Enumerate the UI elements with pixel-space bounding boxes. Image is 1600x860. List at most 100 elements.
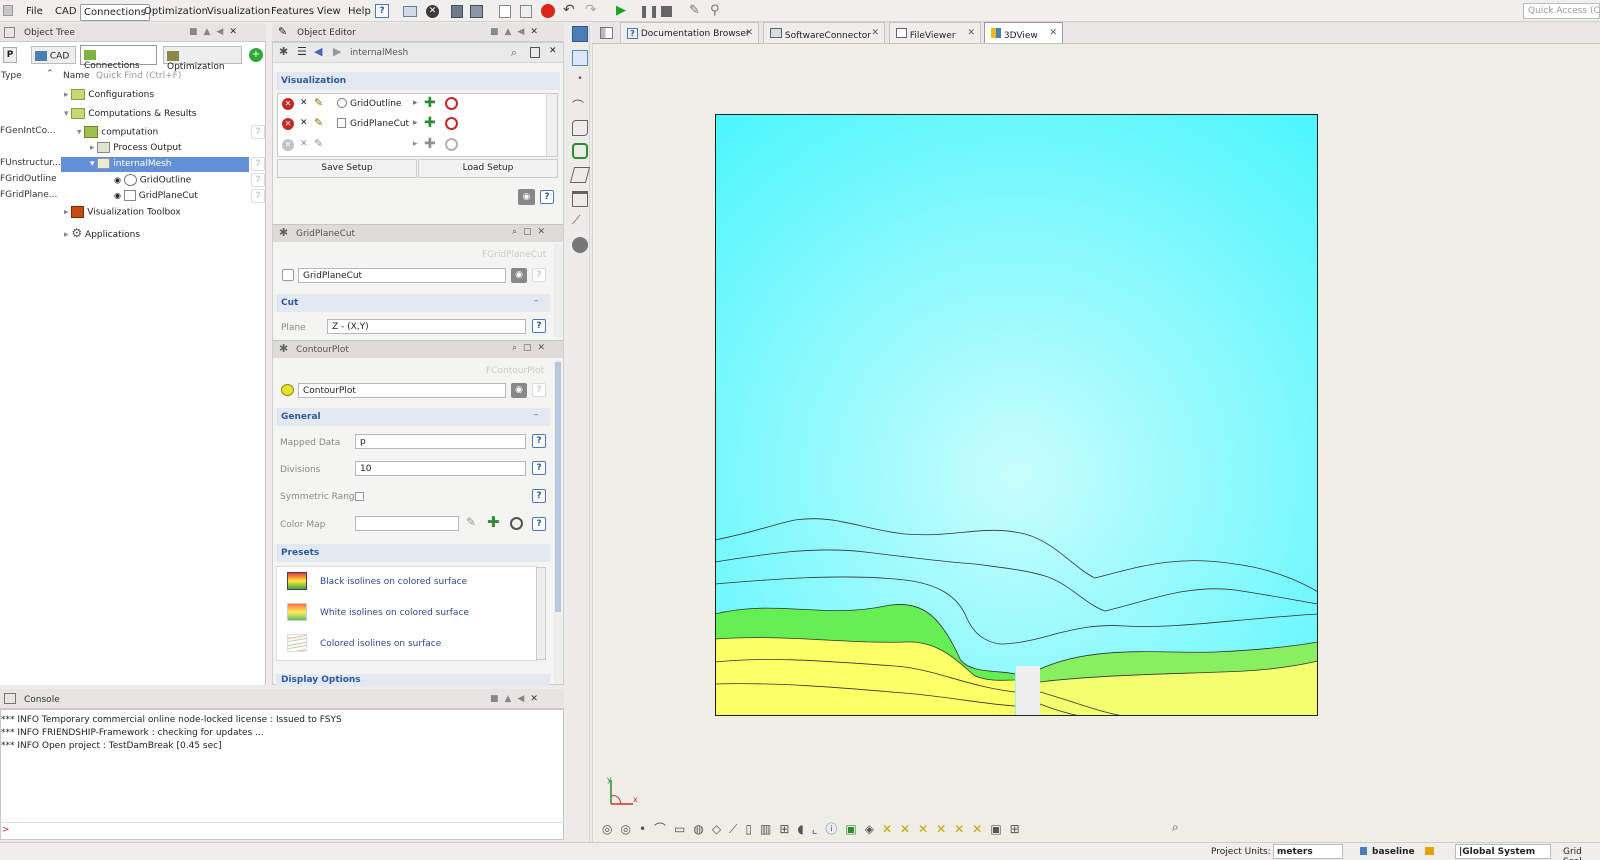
add-icon[interactable]: ✚ bbox=[424, 136, 436, 152]
gridplanecut-name-field[interactable]: GridPlaneCut bbox=[298, 268, 506, 283]
add-icon[interactable]: ✚ bbox=[424, 95, 436, 111]
add-tab-icon[interactable]: + bbox=[249, 48, 263, 62]
console-controls[interactable]: ■▲◀✕ bbox=[490, 694, 544, 704]
help-outline[interactable]: ? bbox=[251, 173, 265, 187]
delete-icon[interactable]: ✕ bbox=[300, 118, 308, 128]
baseline-label[interactable]: baseline bbox=[1372, 847, 1415, 857]
edit-icon[interactable]: ✎ bbox=[466, 515, 476, 529]
add-icon[interactable]: ✚ bbox=[424, 115, 436, 131]
stop-icon[interactable] bbox=[541, 4, 555, 18]
close-tab-icon[interactable]: ✕ bbox=[745, 28, 753, 38]
book-icon[interactable] bbox=[572, 26, 588, 42]
collapse-icon[interactable]: – bbox=[534, 296, 539, 306]
help-icon[interactable]: ? bbox=[375, 4, 389, 18]
tree-applications[interactable]: ▸ ⚙ Applications bbox=[64, 226, 140, 243]
tree-computation[interactable]: ▾ computation bbox=[77, 126, 158, 143]
surface-green-icon[interactable] bbox=[572, 143, 588, 159]
help-computation[interactable]: ? bbox=[251, 125, 265, 139]
contourplot-name-field[interactable]: ContourPlot bbox=[298, 383, 506, 398]
divisions-stepper[interactable]: 10 bbox=[355, 461, 526, 476]
tree-grid-outline[interactable]: ◉ GridOutline bbox=[114, 174, 191, 191]
help-symmetric[interactable]: ? bbox=[532, 489, 546, 503]
preset-2[interactable]: White isolines on colored surface bbox=[287, 602, 517, 624]
gpc-scrollbar[interactable] bbox=[554, 244, 562, 338]
units-select[interactable]: meters bbox=[1273, 844, 1343, 859]
save-icon[interactable] bbox=[451, 5, 463, 18]
help-divisions[interactable]: ? bbox=[532, 461, 546, 475]
help-planecut[interactable]: ? bbox=[251, 189, 265, 203]
mapped-data-select[interactable]: p bbox=[355, 434, 526, 449]
close-editor-icon[interactable]: ✕ bbox=[549, 46, 557, 56]
close-tab-icon[interactable]: ✕ bbox=[871, 28, 879, 38]
menu-help[interactable]: Help bbox=[345, 4, 374, 19]
search-icon[interactable]: ⌕ bbox=[511, 46, 517, 60]
paste-icon[interactable] bbox=[520, 5, 532, 18]
eye-button[interactable]: ◉ bbox=[511, 383, 527, 398]
edit-icon[interactable]: ✎ bbox=[314, 96, 323, 109]
tab-cad[interactable]: CAD bbox=[31, 46, 76, 64]
tab-optimization[interactable]: Optimization bbox=[163, 46, 242, 72]
copy-icon[interactable] bbox=[499, 5, 511, 18]
edit-icon[interactable]: ✎ bbox=[689, 3, 700, 18]
open-folder-icon[interactable] bbox=[403, 6, 417, 17]
surface-icon[interactable] bbox=[572, 120, 588, 136]
disable-icon[interactable] bbox=[445, 117, 458, 130]
panel-controls[interactable]: ■▲◀✕ bbox=[189, 27, 243, 37]
contour-plot[interactable] bbox=[715, 114, 1318, 716]
tree-computations[interactable]: ▾ Computations & Results bbox=[64, 108, 196, 125]
select-icon[interactable] bbox=[572, 50, 588, 66]
quick-access-input[interactable]: Quick Access (Ctr bbox=[1523, 3, 1600, 19]
sort-icon[interactable]: ⌃ bbox=[46, 69, 54, 79]
zoom-search-icon[interactable]: ⌕ bbox=[1172, 820, 1179, 835]
load-setup-button[interactable]: Load Setup bbox=[418, 159, 558, 178]
menu-optimization[interactable]: Optimization bbox=[141, 4, 211, 19]
tab-connections[interactable]: Connections bbox=[80, 45, 157, 71]
delete-icon[interactable]: ✕ bbox=[300, 98, 308, 108]
measure-icon[interactable]: ⟋ bbox=[572, 213, 588, 229]
remove-icon[interactable]: ✕ bbox=[282, 139, 294, 151]
tab-p[interactable]: P bbox=[3, 47, 17, 63]
edit-icon[interactable]: ✎ bbox=[314, 137, 323, 150]
help-visualization[interactable]: ? bbox=[540, 190, 554, 204]
folder-icon[interactable] bbox=[1425, 847, 1434, 855]
back-arrow-icon[interactable]: ◀ bbox=[314, 45, 322, 58]
remove-icon[interactable]: ✕ bbox=[282, 98, 294, 110]
dropdown-arrow-icon[interactable]: ▸ bbox=[413, 118, 418, 128]
menu-file[interactable]: File bbox=[23, 4, 46, 19]
symmetric-range-checkbox[interactable] bbox=[355, 492, 364, 501]
stop-run-icon[interactable] bbox=[661, 6, 672, 17]
tab-documentation-browser[interactable]: ? Documentation Browser ✕ bbox=[620, 22, 759, 43]
undo-icon[interactable]: ↶ bbox=[563, 2, 575, 18]
dropdown-arrow-icon[interactable]: ▸ bbox=[413, 139, 418, 149]
delete-icon[interactable]: ✕ bbox=[300, 139, 308, 149]
vis-row-1[interactable]: ✕ ✕ ✎ GridOutline ▸ ✚ bbox=[281, 95, 543, 114]
probe-icon[interactable]: ⚲ bbox=[710, 3, 720, 18]
close-tab-icon[interactable]: ✕ bbox=[1049, 28, 1057, 38]
layers-icon[interactable] bbox=[572, 191, 588, 207]
eye-button[interactable]: ◉ bbox=[518, 189, 535, 205]
editor-panel-controls[interactable]: ■▲◀✕ bbox=[490, 27, 544, 37]
point-icon[interactable]: • bbox=[572, 74, 588, 90]
menu-visualization[interactable]: Visualization bbox=[204, 4, 273, 19]
presets-scrollbar[interactable] bbox=[536, 567, 546, 660]
pause-icon[interactable]: ❚❚ bbox=[639, 4, 659, 18]
help-mapped[interactable]: ? bbox=[532, 434, 546, 448]
dropdown-arrow-icon[interactable]: ▸ bbox=[413, 98, 418, 108]
remove-icon[interactable]: ✕ bbox=[282, 118, 294, 130]
collapse-icon[interactable]: – bbox=[534, 410, 539, 420]
tree-grid-plane-cut[interactable]: ◉ GridPlaneCut bbox=[114, 190, 198, 207]
menu-view[interactable]: View bbox=[314, 4, 344, 19]
help-cp-name[interactable]: ? bbox=[532, 383, 546, 397]
pin-icon[interactable]: ✱ bbox=[279, 45, 288, 58]
disable-icon[interactable] bbox=[510, 517, 523, 530]
vis-row-3[interactable]: ✕ ✕ ✎ ▸ ✚ bbox=[281, 136, 543, 155]
save-all-icon[interactable] bbox=[470, 5, 483, 18]
menu-connections[interactable]: Connections bbox=[80, 4, 150, 21]
close-tab-icon[interactable]: ✕ bbox=[967, 28, 975, 38]
help-mesh[interactable]: ? bbox=[251, 157, 265, 171]
console-input[interactable]: > bbox=[0, 822, 564, 838]
redo-icon[interactable]: ↷ bbox=[585, 2, 597, 18]
tree-vis-toolbox[interactable]: ▸ Visualization Toolbox bbox=[64, 206, 181, 223]
color-map-select[interactable] bbox=[355, 516, 459, 531]
run-icon[interactable]: ▶ bbox=[616, 3, 626, 18]
